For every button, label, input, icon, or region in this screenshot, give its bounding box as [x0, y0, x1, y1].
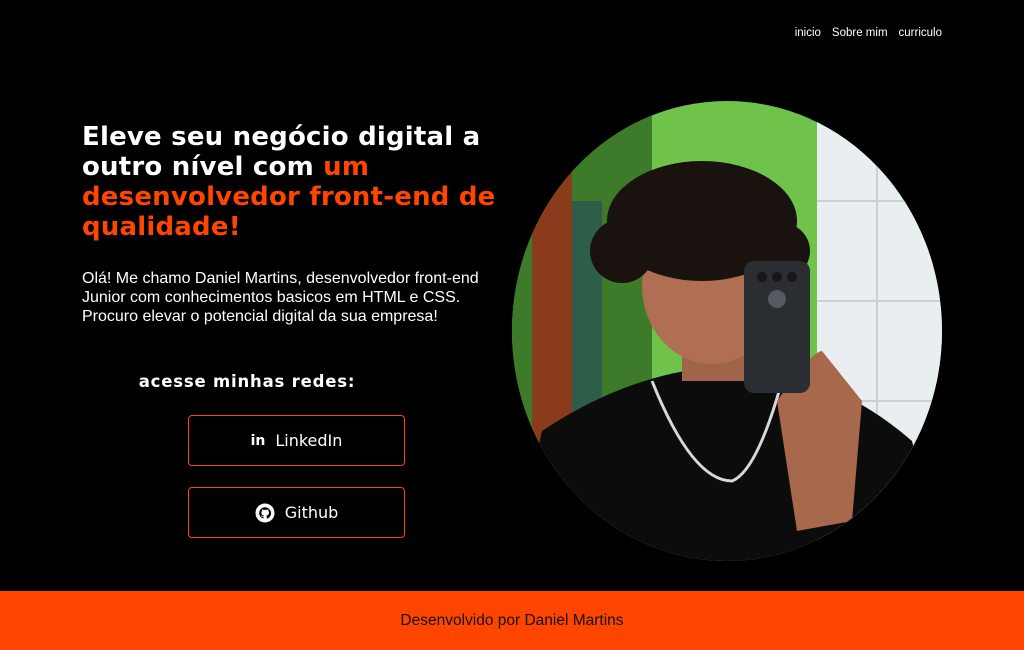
- github-button-label: Github: [284, 503, 339, 522]
- footer-text: Desenvolvido por Daniel Martins: [400, 611, 624, 629]
- linkedin-icon: in: [251, 433, 266, 449]
- socials-title: acesse minhas redes:: [138, 372, 356, 391]
- nav-link-curriculo[interactable]: curriculo: [899, 27, 942, 39]
- nav-link-sobre-mim[interactable]: Sobre mim: [832, 27, 888, 39]
- github-icon: [255, 503, 275, 523]
- hero-intro: Olá! Me chamo Daniel Martins, desenvolve…: [82, 270, 479, 325]
- profile-photo: [512, 101, 942, 561]
- linkedin-button-label: LinkedIn: [275, 431, 343, 450]
- top-nav: inicio Sobre mim curriculo: [795, 27, 942, 39]
- linkedin-icon-text: in: [250, 432, 266, 449]
- linkedin-button[interactable]: in LinkedIn: [188, 415, 405, 466]
- hero-headline: Eleve seu negócio digital a outro nível …: [82, 122, 512, 242]
- github-button[interactable]: Github: [188, 487, 405, 538]
- nav-link-inicio[interactable]: inicio: [795, 27, 821, 39]
- hero-section: Eleve seu negócio digital a outro nível …: [82, 122, 512, 326]
- footer: Desenvolvido por Daniel Martins: [0, 591, 1024, 650]
- headline-white-text: Eleve seu negócio digital a outro nível …: [82, 122, 481, 182]
- socials-section: acesse minhas redes: in LinkedIn Github: [82, 372, 412, 538]
